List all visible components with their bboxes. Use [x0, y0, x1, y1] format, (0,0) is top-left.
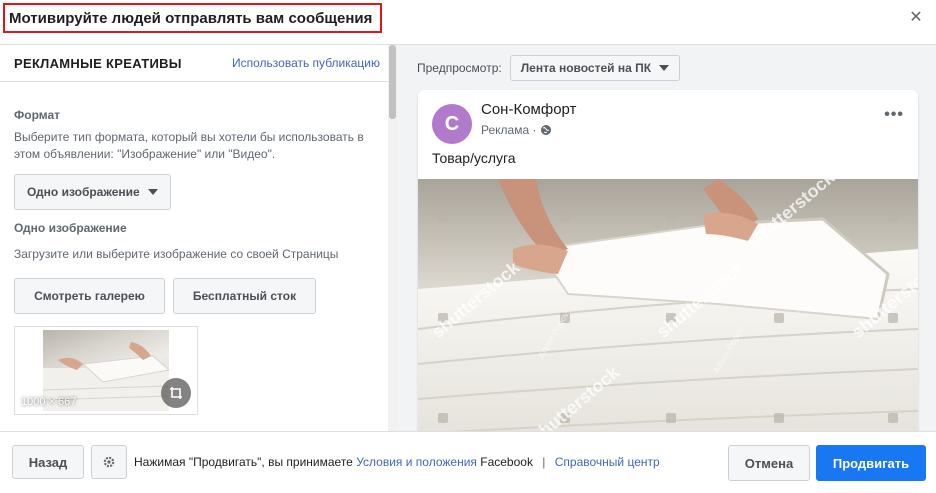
close-icon[interactable]: ✕	[908, 10, 924, 26]
post-text: Товар/услуга	[432, 150, 516, 166]
sponsored-text: Реклама ·	[481, 123, 537, 137]
back-button[interactable]: Назад	[12, 445, 84, 479]
gear-icon	[103, 456, 115, 468]
footer-separator: |	[542, 455, 546, 469]
crop-icon[interactable]	[161, 378, 191, 408]
terms-suffix: Facebook	[480, 455, 533, 469]
format-title: Формат	[14, 108, 61, 122]
format-dropdown[interactable]: Одно изображение	[14, 174, 171, 210]
section-heading: РЕКЛАМНЫЕ КРЕАТИВЫ	[14, 55, 182, 71]
left-panel-scrollbar[interactable]	[388, 45, 397, 431]
dialog-footer: Назад Нажимая "Продвигать", вы принимает…	[0, 431, 936, 493]
scrollbar-thumb[interactable]	[389, 45, 396, 119]
promote-button[interactable]: Продвигать	[816, 445, 926, 481]
preview-toolbar: Предпросмотр: Лента новостей на ПК	[417, 55, 681, 81]
free-stock-button[interactable]: Бесплатный сток	[173, 278, 316, 314]
more-options-icon[interactable]: •••	[884, 107, 904, 123]
ad-creative-panel: РЕКЛАМНЫЕ КРЕАТИВЫ Использовать публикац…	[0, 45, 389, 431]
globe-icon	[541, 125, 552, 135]
terms-prefix: Нажимая "Продвигать", вы принимаете	[134, 455, 353, 469]
ad-image: shutterstock shutterstock shutterstock s…	[418, 179, 918, 431]
dialog-header: Мотивируйте людей отправлять вам сообщен…	[0, 0, 936, 45]
page-name: Сон-Комфорт	[481, 101, 577, 118]
placement-dropdown-label: Лента новостей на ПК	[520, 61, 652, 75]
ad-preview-card: С Сон-Комфорт Реклама · ••• Товар/услуга	[418, 90, 918, 431]
cancel-button[interactable]: Отмена	[728, 445, 810, 481]
terms-notice: Нажимая "Продвигать", вы принимаете Усло…	[134, 455, 660, 469]
help-center-link[interactable]: Справочный центр	[555, 455, 660, 469]
preview-panel: Предпросмотр: Лента новостей на ПК С Сон…	[397, 45, 936, 431]
view-gallery-button[interactable]: Смотреть галерею	[14, 278, 165, 314]
ad-creative-header: РЕКЛАМНЫЕ КРЕАТИВЫ Использовать публикац…	[0, 45, 388, 82]
single-image-title: Одно изображение	[14, 221, 127, 235]
dialog-title: Мотивируйте людей отправлять вам сообщен…	[3, 3, 383, 33]
format-description: Выберите тип формата, который вы хотели …	[14, 130, 364, 161]
preview-label: Предпросмотр:	[417, 61, 502, 75]
settings-button[interactable]	[91, 445, 127, 479]
thumbnail-dimensions: 1000 × 667	[21, 396, 77, 408]
single-image-description: Загрузите или выберите изображение со св…	[14, 247, 339, 261]
use-post-link[interactable]: Использовать публикацию	[232, 56, 380, 70]
chevron-down-icon	[659, 65, 670, 71]
terms-link[interactable]: Условия и положения	[356, 455, 477, 469]
chevron-down-icon	[147, 189, 158, 195]
mattress-photo-art: shutterstock shutterstock shutterstock s…	[418, 179, 918, 431]
placement-dropdown[interactable]: Лента новостей на ПК	[509, 55, 681, 81]
page-avatar: С	[432, 104, 472, 144]
format-dropdown-label: Одно изображение	[27, 185, 140, 199]
image-thumbnail[interactable]: 1000 × 667	[14, 326, 198, 415]
sponsored-label: Реклама ·	[481, 123, 552, 137]
